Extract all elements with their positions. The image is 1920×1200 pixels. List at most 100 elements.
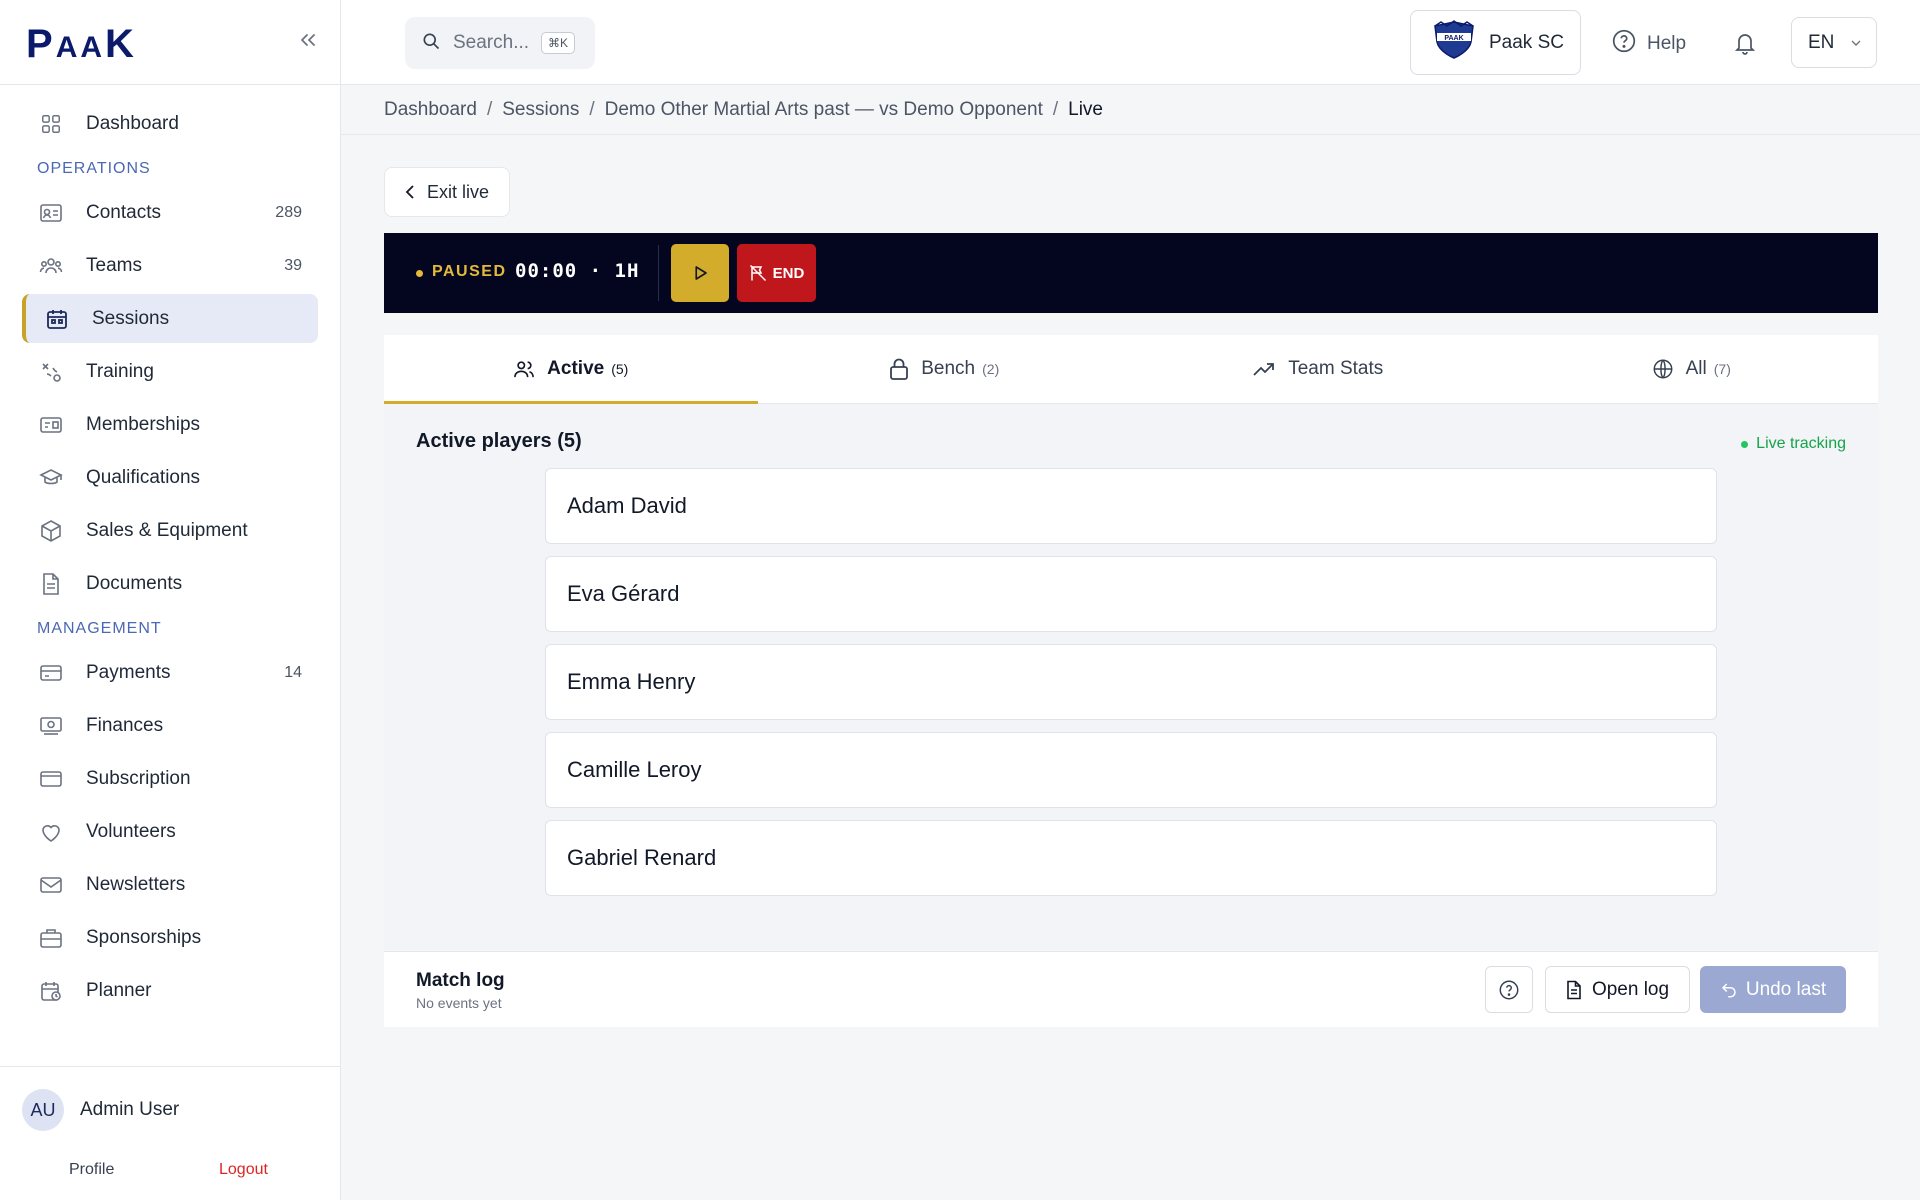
undo-last-button[interactable]: Undo last <box>1700 966 1846 1013</box>
tab-label: Bench <box>921 358 976 379</box>
club-name: Paak SC <box>1489 31 1564 53</box>
breadcrumb-session[interactable]: Demo Other Martial Arts past — vs Demo O… <box>605 99 1043 120</box>
divider <box>658 245 659 301</box>
chevron-left-icon <box>405 185 414 199</box>
sidebar-item-dashboard[interactable]: Dashboard <box>22 99 318 148</box>
end-label: END <box>772 264 805 282</box>
help-button[interactable]: Help <box>1611 28 1686 60</box>
language-select[interactable]: EN <box>1791 17 1877 68</box>
sidebar-item-teams[interactable]: Teams 39 <box>22 241 318 290</box>
play-button[interactable] <box>671 244 729 302</box>
user-panel: AU Admin User Profile Logout <box>0 1066 341 1200</box>
graduation-icon <box>38 465 64 491</box>
sidebar-item-payments[interactable]: Payments 14 <box>22 648 318 697</box>
sidebar-item-sales-equipment[interactable]: Sales & Equipment <box>22 506 318 555</box>
sidebar-item-newsletters[interactable]: Newsletters <box>22 860 318 909</box>
sidebar-item-label: Newsletters <box>86 873 186 895</box>
player-card[interactable]: Gabriel Renard <box>545 820 1717 896</box>
membership-icon <box>38 412 64 438</box>
match-log-help-button[interactable] <box>1485 966 1533 1013</box>
breadcrumb-bar: Dashboard / Sessions / Demo Other Martial Ar… <box>341 85 1920 135</box>
help-icon <box>1611 28 1637 60</box>
open-log-button[interactable]: Open log <box>1545 966 1690 1013</box>
user-name: Admin User <box>80 1099 180 1120</box>
club-crest-icon: PAAK <box>1431 20 1477 65</box>
tab-label: All <box>1685 358 1707 379</box>
users-icon <box>513 359 535 379</box>
sidebar-item-count: 39 <box>284 256 302 274</box>
sidebar-item-count: 14 <box>284 663 302 681</box>
heart-icon <box>38 819 64 845</box>
sidebar-item-label: Volunteers <box>86 820 176 842</box>
undo-last-label: Undo last <box>1745 978 1827 1000</box>
brand-logo[interactable]: PAAK <box>26 22 137 67</box>
sidebar-item-finances[interactable]: Finances <box>22 701 318 750</box>
section-title-operations: OPERATIONS <box>37 160 151 177</box>
sidebar-item-label: Dashboard <box>86 112 179 134</box>
end-match-button[interactable]: END <box>737 244 816 302</box>
search-placeholder: Search... <box>453 32 530 53</box>
sidebar-item-label: Sales & Equipment <box>86 519 248 541</box>
tab-label: Team Stats <box>1288 358 1384 379</box>
sidebar-item-contacts[interactable]: Contacts 289 <box>22 188 318 237</box>
lock-icon <box>889 358 909 380</box>
sidebar-item-documents[interactable]: Documents <box>22 559 318 608</box>
sidebar-item-label: Documents <box>86 572 183 594</box>
sidebar-item-subscription[interactable]: Subscription <box>22 754 318 803</box>
player-card[interactable]: Adam David <box>545 468 1717 544</box>
exit-live-button[interactable]: Exit live <box>384 167 510 217</box>
profile-link[interactable]: Profile <box>69 1161 114 1179</box>
player-card[interactable]: Eva Gérard <box>545 556 1717 632</box>
live-dot <box>1741 440 1749 448</box>
logo-bar: PAAK <box>0 0 340 85</box>
logout-link[interactable]: Logout <box>219 1161 268 1179</box>
collapse-sidebar-icon[interactable] <box>296 28 320 52</box>
breadcrumb-dashboard[interactable]: Dashboard <box>384 99 477 120</box>
help-label: Help <box>1647 33 1687 54</box>
tab-count: (5) <box>611 361 629 377</box>
flag-off-icon <box>749 264 766 282</box>
tab-team-stats[interactable]: Team Stats <box>1131 335 1505 403</box>
avatar[interactable]: AU <box>22 1089 64 1131</box>
player-card[interactable]: Emma Henry <box>545 644 1717 720</box>
sidebar-item-sponsorships[interactable]: Sponsorships <box>22 913 318 962</box>
trending-icon <box>1252 360 1276 378</box>
tab-count: (2) <box>982 361 1000 377</box>
sidebar-item-qualifications[interactable]: Qualifications <box>22 453 318 502</box>
match-timer: 00:00 · 1H <box>515 260 640 282</box>
sidebar-item-volunteers[interactable]: Volunteers <box>22 807 318 856</box>
sidebar-nav: Dashboard OPERATIONS Contacts 289 Teams … <box>0 85 340 1015</box>
search-icon <box>421 31 441 56</box>
sidebar-item-label: Memberships <box>86 413 201 435</box>
bell-icon[interactable] <box>1733 30 1757 61</box>
tab-all[interactable]: All (7) <box>1505 335 1879 403</box>
contacts-icon <box>38 200 64 226</box>
sidebar-item-label: Planner <box>86 979 152 1001</box>
sidebar-item-label: Sessions <box>92 307 170 329</box>
dashboard-icon <box>38 111 64 137</box>
sidebar-item-memberships[interactable]: Memberships <box>22 400 318 449</box>
breadcrumb-sessions[interactable]: Sessions <box>502 99 579 120</box>
tab-label: Active <box>547 358 605 379</box>
tab-count: (7) <box>1713 361 1731 377</box>
sidebar-item-planner[interactable]: Planner <box>22 966 318 1015</box>
breadcrumb-current: Live <box>1068 99 1103 120</box>
search-input[interactable]: Search... ⌘K <box>405 17 595 69</box>
sidebar-item-label: Finances <box>86 714 164 736</box>
section-title-management: MANAGEMENT <box>37 620 162 637</box>
player-list: Adam David Eva Gérard Emma Henry Camille… <box>545 468 1717 908</box>
planner-icon <box>38 978 64 1004</box>
sidebar-item-count: 289 <box>275 203 302 221</box>
sidebar-item-training[interactable]: Training <box>22 347 318 396</box>
tab-bench[interactable]: Bench (2) <box>758 335 1132 403</box>
club-switcher-button[interactable]: PAAK Paak SC <box>1410 10 1581 75</box>
sidebar-item-sessions[interactable]: Sessions <box>22 294 318 343</box>
subscription-icon <box>38 766 64 792</box>
exit-live-label: Exit live <box>427 181 490 202</box>
undo-icon <box>1721 982 1736 997</box>
sidebar-item-label: Contacts <box>86 201 161 223</box>
training-icon <box>38 359 64 385</box>
live-control-bar: PAUSED 00:00 · 1H END <box>384 233 1878 313</box>
tab-active[interactable]: Active (5) <box>384 335 758 404</box>
player-card[interactable]: Camille Leroy <box>545 732 1717 808</box>
